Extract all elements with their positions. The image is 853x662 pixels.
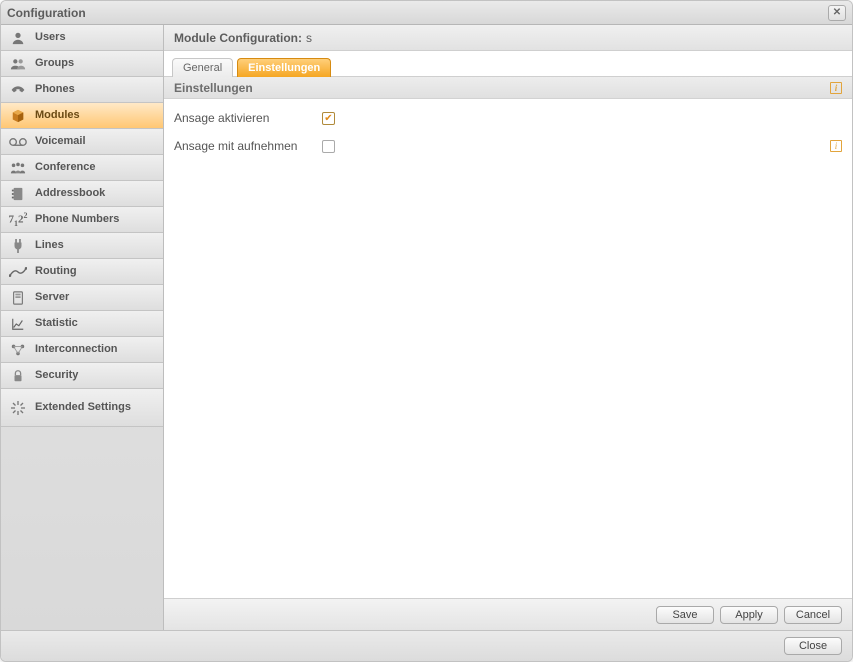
tab-label: General xyxy=(183,62,222,74)
window-close-button[interactable]: ✕ xyxy=(828,5,846,21)
checkbox-ansage-mit-aufnehmen[interactable]: ✔ xyxy=(322,140,335,153)
sidebar-item-label: Statistic xyxy=(35,317,78,330)
phone-icon xyxy=(9,82,27,98)
sidebar-item-label: Routing xyxy=(35,265,77,278)
addressbook-icon xyxy=(9,186,27,202)
sidebar-item-security[interactable]: Security xyxy=(1,363,163,389)
routing-icon xyxy=(9,264,27,280)
tab-bar: General Einstellungen xyxy=(164,51,852,77)
statistic-icon xyxy=(9,316,27,332)
section-body: Ansage aktivieren ✔ Ansage mit aufnehmen… xyxy=(164,99,852,598)
info-icon[interactable]: i xyxy=(830,82,842,94)
sidebar-item-label: Phone Numbers xyxy=(35,213,119,226)
sidebar-item-label: Phones xyxy=(35,83,75,96)
section-header: Einstellungen i xyxy=(164,77,852,99)
sidebar-item-groups[interactable]: Groups xyxy=(1,51,163,77)
close-button[interactable]: Close xyxy=(784,637,842,655)
sidebar-item-label: Lines xyxy=(35,239,64,252)
sidebar-item-label: Security xyxy=(35,369,78,382)
sidebar-item-label: Users xyxy=(35,31,66,44)
numbers-icon: 7122 xyxy=(9,212,27,228)
voicemail-icon xyxy=(9,134,27,150)
sidebar-item-phones[interactable]: Phones xyxy=(1,77,163,103)
section-title: Einstellungen xyxy=(174,81,253,95)
sidebar-item-users[interactable]: Users xyxy=(1,25,163,51)
window-title: Configuration xyxy=(7,6,828,20)
plug-icon xyxy=(9,238,27,254)
sidebar-item-routing[interactable]: Routing xyxy=(1,259,163,285)
tab-general[interactable]: General xyxy=(172,58,233,77)
cancel-button[interactable]: Cancel xyxy=(784,606,842,624)
field-ansage-aktivieren: Ansage aktivieren ✔ xyxy=(174,111,842,125)
sidebar-item-label: Extended Settings xyxy=(35,401,131,414)
sidebar: Users Groups Phones Modules Voicemail xyxy=(1,25,164,630)
titlebar: Configuration ✕ xyxy=(1,1,852,25)
conference-icon xyxy=(9,160,27,176)
checkbox-ansage-aktivieren[interactable]: ✔ xyxy=(322,112,335,125)
sidebar-item-interconnection[interactable]: Interconnection xyxy=(1,337,163,363)
cube-icon xyxy=(9,108,27,124)
security-icon xyxy=(9,368,27,384)
content-footer: Save Apply Cancel xyxy=(164,598,852,630)
tab-einstellungen[interactable]: Einstellungen xyxy=(237,58,331,77)
sidebar-item-label: Groups xyxy=(35,57,74,70)
sidebar-item-extended-settings[interactable]: Extended Settings xyxy=(1,389,163,427)
field-label: Ansage mit aufnehmen xyxy=(174,139,314,153)
configuration-window: Configuration ✕ Users Groups Phones xyxy=(0,0,853,662)
sidebar-item-label: Voicemail xyxy=(35,135,86,148)
sidebar-item-statistic[interactable]: Statistic xyxy=(1,311,163,337)
sidebar-item-label: Modules xyxy=(35,109,80,122)
field-ansage-mit-aufnehmen: Ansage mit aufnehmen ✔ i xyxy=(174,139,842,153)
save-button[interactable]: Save xyxy=(656,606,714,624)
apply-button[interactable]: Apply xyxy=(720,606,778,624)
close-icon: ✕ xyxy=(833,7,841,18)
sidebar-item-label: Conference xyxy=(35,161,96,174)
sidebar-item-voicemail[interactable]: Voicemail xyxy=(1,129,163,155)
window-footer: Close xyxy=(1,631,852,661)
extended-icon xyxy=(9,400,27,416)
server-icon xyxy=(9,290,27,306)
info-icon[interactable]: i xyxy=(830,140,842,152)
sidebar-item-conference[interactable]: Conference xyxy=(1,155,163,181)
sidebar-item-label: Server xyxy=(35,291,69,304)
sidebar-item-label: Addressbook xyxy=(35,187,105,200)
tab-label: Einstellungen xyxy=(248,62,320,74)
user-icon xyxy=(9,30,27,46)
content-header-value: s xyxy=(306,31,312,45)
content-pane: Module Configuration: s General Einstell… xyxy=(164,25,852,630)
sidebar-item-phone-numbers[interactable]: 7122 Phone Numbers xyxy=(1,207,163,233)
sidebar-item-server[interactable]: Server xyxy=(1,285,163,311)
content-header: Module Configuration: s xyxy=(164,25,852,51)
interconnection-icon xyxy=(9,342,27,358)
field-label: Ansage aktivieren xyxy=(174,111,314,125)
content-header-label: Module Configuration: xyxy=(174,31,302,45)
users-icon xyxy=(9,56,27,72)
sidebar-item-addressbook[interactable]: Addressbook xyxy=(1,181,163,207)
sidebar-item-modules[interactable]: Modules xyxy=(1,103,163,129)
sidebar-item-label: Interconnection xyxy=(35,343,118,356)
sidebar-item-lines[interactable]: Lines xyxy=(1,233,163,259)
